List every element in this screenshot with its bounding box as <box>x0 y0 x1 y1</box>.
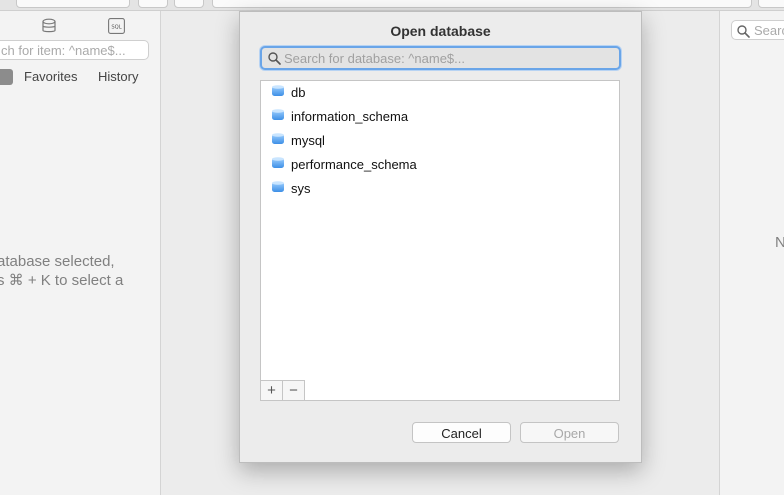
toolbar-segmented-control[interactable] <box>16 0 130 8</box>
database-search-input[interactable] <box>284 48 614 68</box>
search-icon <box>737 24 750 39</box>
database-name: db <box>291 84 306 100</box>
right-search-placeholder: Search <box>754 23 784 38</box>
add-database-button[interactable]: + <box>261 380 283 400</box>
remove-database-button[interactable]: − <box>283 380 305 400</box>
database-icon <box>271 84 285 101</box>
sidebar: SQL ch for item: ^name$... Favorites His… <box>0 11 161 495</box>
right-panel: Search N <box>719 11 784 495</box>
database-list-item[interactable]: sys <box>271 178 311 198</box>
database-name: information_schema <box>291 108 409 124</box>
database-icon <box>271 132 285 149</box>
svg-text:SQL: SQL <box>111 25 121 31</box>
toolbar-button[interactable] <box>138 0 168 8</box>
list-button-bar: + − <box>261 380 305 400</box>
database-icon[interactable] <box>40 17 58 35</box>
open-button[interactable]: Open <box>520 422 619 443</box>
toolbar-button[interactable] <box>758 0 784 8</box>
sql-icon[interactable]: SQL <box>107 17 125 35</box>
cancel-button[interactable]: Cancel <box>412 422 511 443</box>
tab-favorites[interactable]: Favorites <box>24 69 77 85</box>
toolbar <box>0 0 784 11</box>
database-name: performance_schema <box>291 156 417 172</box>
dialog-title: Open database <box>390 23 491 39</box>
right-panel-message: N <box>775 234 784 251</box>
search-icon <box>268 52 281 70</box>
toolbar-button[interactable] <box>174 0 204 8</box>
database-list-item[interactable]: information_schema <box>271 106 408 126</box>
right-search-input[interactable]: Search <box>731 20 784 40</box>
database-icon <box>271 180 285 197</box>
database-list-item[interactable]: db <box>271 82 305 102</box>
database-list[interactable]: + − db information_schemamysql performance… <box>260 80 620 401</box>
database-icon <box>271 156 285 173</box>
no-database-message-line2: s ⌘ + K to select a <box>0 272 124 289</box>
no-database-message: atabase selected, s ⌘ + K to select a <box>0 252 123 290</box>
sidebar-search-input[interactable]: ch for item: ^name$... <box>0 40 149 60</box>
database-list-item[interactable]: mysql <box>271 130 325 150</box>
toolbar-address-field[interactable] <box>212 0 752 8</box>
database-icon <box>271 108 285 125</box>
no-database-message-line1: atabase selected, <box>0 253 115 270</box>
tab-selected-indicator[interactable] <box>0 69 13 85</box>
open-database-dialog: Open database + − db information_schemamy… <box>239 11 642 463</box>
database-name: mysql <box>291 132 325 148</box>
database-search-field[interactable] <box>260 46 621 70</box>
database-list-item[interactable]: performance_schema <box>271 154 417 174</box>
database-name: sys <box>291 180 311 196</box>
tab-history[interactable]: History <box>98 69 138 85</box>
